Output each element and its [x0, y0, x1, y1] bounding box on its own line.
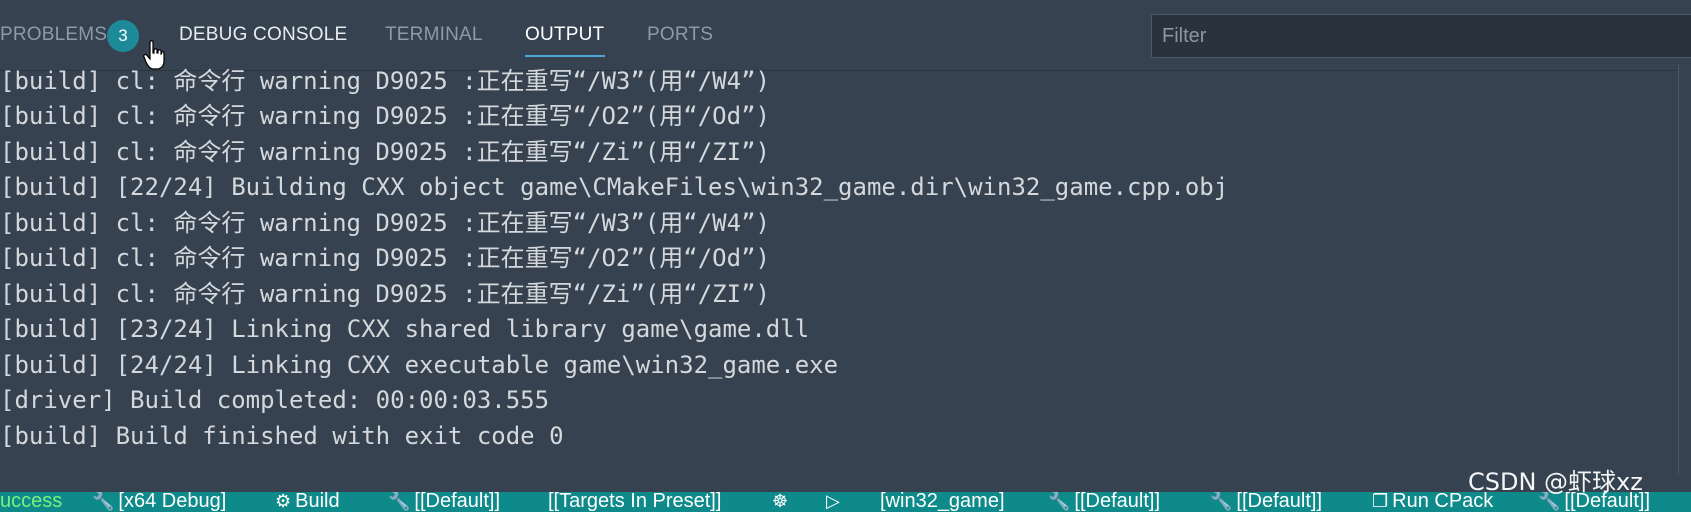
status-configure-preset[interactable]: 🔧 [x64 Debug]	[92, 492, 226, 512]
output-line: [driver] Build completed: 00:00:03.555	[0, 386, 550, 414]
status-launch-target[interactable]: [win32_game]	[880, 492, 1005, 512]
output-line: [build] [22/24] Building CXX object game…	[0, 173, 1229, 201]
output-line: [build] cl: 命令行 warning D9025 :正在重写“/O2”…	[0, 102, 770, 130]
tab-debug-console[interactable]: DEBUG CONSOLE	[179, 24, 347, 46]
scrollbar-thumb[interactable]	[1678, 64, 1691, 474]
wrench-icon: 🔧	[1048, 492, 1071, 511]
filter-input[interactable]	[1162, 15, 1682, 57]
wrench-icon: 🔧	[92, 492, 115, 511]
status-build-label: Build	[295, 492, 340, 512]
tab-output[interactable]: OUTPUT	[525, 24, 604, 46]
status-targets[interactable]: [[Targets In Preset]]	[548, 492, 721, 512]
package-icon: ❐	[1372, 492, 1389, 511]
output-log: [build] cl: 命令行 warning D9025 :正在重写“/W3”…	[0, 64, 1680, 484]
wrench-icon: 🔧	[1210, 492, 1233, 511]
status-build-result[interactable]: uccess	[0, 492, 62, 512]
output-line: [build] [24/24] Linking CXX executable g…	[0, 351, 839, 379]
tab-ports[interactable]: PORTS	[647, 24, 713, 46]
output-line: [build] [23/24] Linking CXX shared libra…	[0, 315, 810, 343]
panel-tab-bar: PROBLEMS 3 DEBUG CONSOLE TERMINAL OUTPUT…	[0, 0, 1691, 71]
problems-count-badge: 3	[107, 20, 139, 52]
run-button[interactable]: ▷	[826, 492, 844, 512]
debug-button[interactable]: ☸	[772, 492, 792, 512]
status-preset-label: [x64 Debug]	[118, 492, 227, 512]
status-default-label: [[Default]]	[1236, 492, 1323, 512]
watermark: CSDN @虾球xz	[1468, 468, 1643, 496]
output-line: [build] cl: 命令行 warning D9025 :正在重写“/Zi”…	[0, 280, 770, 308]
output-line: [build] cl: 命令行 warning D9025 :正在重写“/Zi”…	[0, 138, 770, 166]
tab-terminal[interactable]: TERMINAL	[385, 24, 483, 46]
filter-box	[1151, 14, 1691, 58]
status-build-preset[interactable]: 🔧 [[Default]]	[388, 492, 500, 512]
status-default-label: [[Default]]	[414, 492, 501, 512]
status-bar: uccess 🔧 [x64 Debug] ⚙ Build 🔧 [[Default]] …	[0, 492, 1691, 512]
tab-problems[interactable]: PROBLEMS	[0, 24, 107, 46]
bug-icon: ☸	[772, 492, 789, 511]
status-build-button[interactable]: ⚙ Build	[275, 492, 340, 512]
status-package-preset[interactable]: 🔧 [[Default]]	[1210, 492, 1322, 512]
status-test-preset[interactable]: 🔧 [[Default]]	[1048, 492, 1160, 512]
output-line: [build] cl: 命令行 warning D9025 :正在重写“/O2”…	[0, 244, 770, 272]
output-panel: PROBLEMS 3 DEBUG CONSOLE TERMINAL OUTPUT…	[0, 0, 1691, 512]
gear-icon: ⚙	[275, 492, 292, 511]
output-line: [build] cl: 命令行 warning D9025 :正在重写“/W3”…	[0, 209, 770, 237]
active-tab-indicator	[525, 55, 605, 57]
wrench-icon: 🔧	[388, 492, 411, 511]
play-icon: ▷	[826, 492, 840, 511]
output-line: [build] Build finished with exit code 0	[0, 422, 564, 450]
status-default-label: [[Default]]	[1074, 492, 1161, 512]
output-line: [build] cl: 命令行 warning D9025 :正在重写“/W3”…	[0, 67, 770, 95]
